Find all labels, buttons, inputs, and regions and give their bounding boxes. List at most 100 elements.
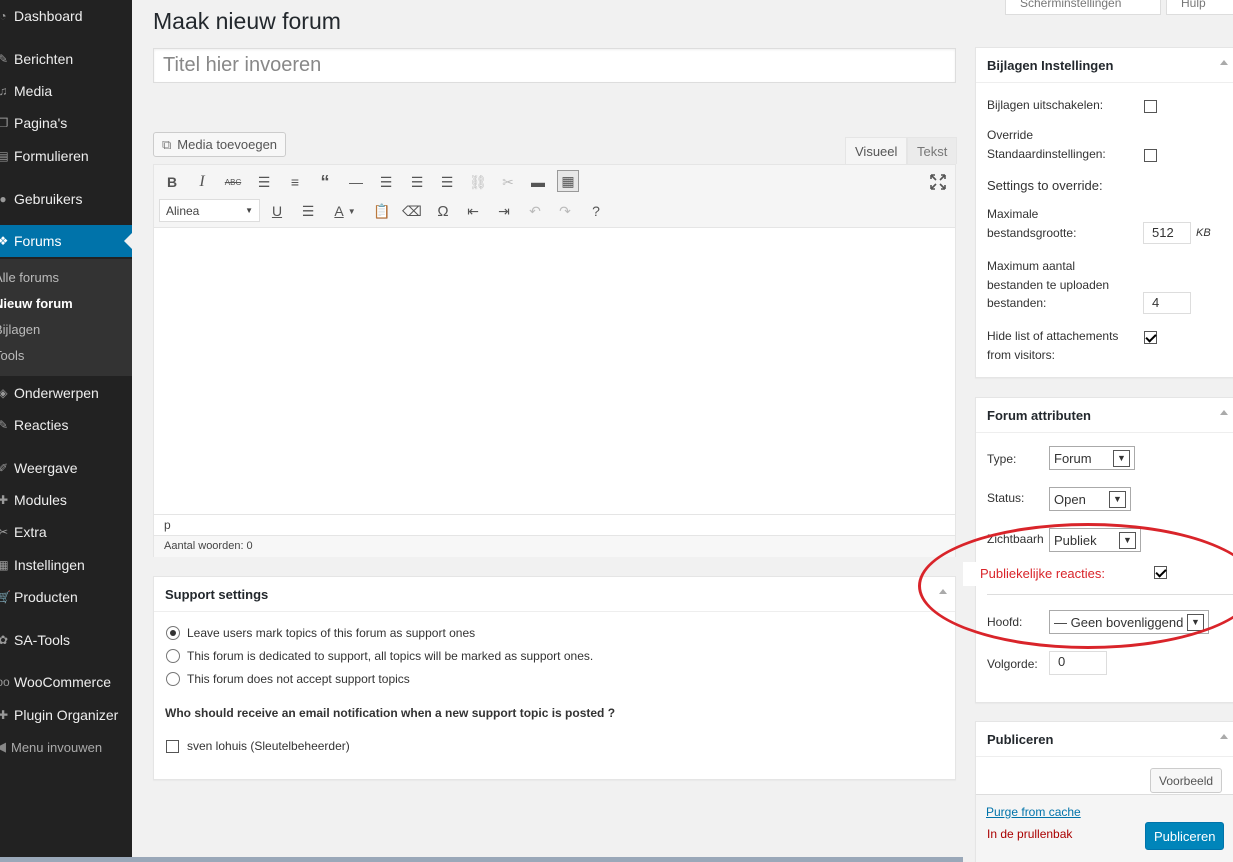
sidebar-item-modules[interactable]: ✚ Modules [0, 484, 132, 516]
publish-header[interactable]: Publiceren [976, 722, 1233, 757]
support-option-0-label: Leave users mark topics of this forum as… [187, 626, 476, 640]
sidebar-item-reacties[interactable]: ✎ Reacties [0, 409, 132, 441]
max-size-input[interactable]: 512 [1143, 222, 1191, 244]
tab-text[interactable]: Tekst [907, 137, 958, 164]
add-media-button[interactable]: ⧉ Media toevoegen [153, 132, 287, 157]
support-option-1-radio[interactable] [166, 649, 180, 663]
bullet-list-icon[interactable]: ☰ [253, 171, 275, 193]
sidebar-item-forums[interactable]: ❖ Forums [0, 225, 132, 257]
link-icon[interactable]: ⛓ [467, 171, 489, 193]
content-editor: B I ABC ☰ ≡ “ — ☰ ☰ ☰ ⛓ ✂ ▬ ▦ Alinea ▼ U… [153, 164, 956, 557]
sidebar-item-sa-tools[interactable]: ✿ SA-Tools [0, 624, 132, 656]
support-option-2-radio[interactable] [166, 672, 180, 686]
sidebar-item-pagina-s[interactable]: ❐ Pagina's [0, 107, 132, 139]
bold-icon[interactable]: B [161, 171, 183, 193]
numbered-list-icon[interactable]: ≡ [284, 171, 306, 193]
indent-icon[interactable]: ⇥ [493, 200, 515, 222]
editor-content-area[interactable] [154, 228, 955, 514]
undo-icon[interactable]: ↶ [524, 200, 546, 222]
notify-question: Who should receive an email notification… [165, 706, 616, 720]
notify-user-checkbox[interactable] [166, 740, 179, 753]
sidebar-item-berichten[interactable]: ✎ Berichten [0, 43, 132, 75]
attachments-settings-header[interactable]: Bijlagen Instellingen [976, 48, 1233, 83]
word-count: Aantal woorden: 0 [154, 535, 955, 557]
sidebar-item-extra[interactable]: ✂ Extra [0, 516, 132, 548]
submenu-item-nieuw-forum[interactable]: Nieuw forum [0, 296, 73, 311]
visibility-select[interactable]: Publiek ▼ [1049, 528, 1141, 552]
taskbar-strip [0, 857, 963, 862]
disable-attachments-label: Bijlagen uitschakelen: [987, 98, 1104, 112]
redo-icon[interactable]: ↷ [554, 200, 576, 222]
preview-button[interactable]: Voorbeeld [1150, 768, 1223, 793]
justify-icon[interactable]: ☰ [297, 200, 319, 222]
sidebar-item-label: Berichten [14, 51, 74, 67]
collapse-toggle-icon[interactable] [939, 589, 947, 594]
sidebar-item-onderwerpen[interactable]: ◈ Onderwerpen [0, 377, 132, 409]
submenu-item-tools[interactable]: Tools [0, 348, 24, 363]
toolbar-toggle-icon[interactable]: ▦ [557, 170, 579, 192]
help-button[interactable]: Hulp [1166, 0, 1233, 15]
align-center-icon[interactable]: ☰ [406, 171, 428, 193]
sidebar-item-label: WooCommerce [14, 674, 111, 690]
forums-icon: ❖ [0, 234, 9, 248]
public-replies-checkbox[interactable] [1154, 566, 1167, 579]
special-character-icon[interactable]: Ω [432, 200, 454, 222]
submenu-item-bijlagen[interactable]: Bijlagen [0, 322, 40, 337]
sidebar-item-producten[interactable]: 🛒 Producten [0, 581, 132, 613]
type-select[interactable]: Forum ▼ [1049, 446, 1135, 470]
submenu-item-alle-forums[interactable]: Alle forums [0, 270, 59, 285]
sidebar-item-instellingen[interactable]: ▦ Instellingen [0, 549, 132, 581]
sidebar-item-formulieren[interactable]: ▤ Formulieren [0, 140, 132, 172]
woocommerce-icon: oo [0, 675, 10, 689]
support-option-0-radio[interactable] [166, 626, 180, 640]
override-defaults-checkbox[interactable] [1144, 149, 1157, 162]
clear-formatting-icon[interactable]: ⌫ [401, 200, 423, 222]
replies-icon: ✎ [0, 418, 9, 432]
sidebar-item-label: Reacties [14, 417, 69, 433]
parent-select[interactable]: — Geen bovenliggend ▼ [1049, 610, 1209, 634]
collapse-menu-button[interactable]: ◀ Menu invouwen [0, 739, 102, 755]
format-select[interactable]: Alinea ▼ [159, 199, 260, 222]
disable-attachments-checkbox[interactable] [1144, 100, 1157, 113]
help-icon[interactable]: ? [585, 200, 607, 222]
forum-title-input[interactable] [153, 48, 956, 83]
support-settings-header[interactable]: Support settings [154, 577, 955, 612]
sidebar-item-label: Media [14, 83, 53, 99]
collapse-toggle-icon[interactable] [1220, 410, 1228, 415]
text-color-icon[interactable]: A ▼ [327, 200, 363, 222]
sidebar-item-dashboard[interactable]: ◔ Dashboard [0, 0, 132, 32]
blockquote-icon[interactable]: “ [314, 171, 336, 193]
purge-cache-link[interactable]: Purge from cache [986, 803, 1081, 822]
order-input[interactable]: 0 [1049, 651, 1107, 675]
collapse-toggle-icon[interactable] [1220, 734, 1228, 739]
publish-title: Publiceren [987, 731, 1054, 747]
sidebar-item-plugin-organizer[interactable]: ✚ Plugin Organizer [0, 699, 132, 731]
italic-icon[interactable]: I [191, 171, 213, 193]
forum-attributes-header[interactable]: Forum attributen [976, 398, 1233, 433]
align-left-icon[interactable]: ☰ [375, 171, 397, 193]
max-files-input[interactable]: 4 [1143, 292, 1191, 314]
sidebar-item-label: Onderwerpen [14, 385, 99, 401]
unlink-icon[interactable]: ✂ [497, 171, 519, 193]
tab-visual[interactable]: Visueel [845, 137, 908, 164]
underline-icon[interactable]: U [266, 200, 288, 222]
publish-button[interactable]: Publiceren [1145, 822, 1225, 850]
plugins-icon: ✚ [0, 493, 9, 507]
sidebar-item-woocommerce[interactable]: oo WooCommerce [0, 666, 132, 698]
hide-list-checkbox[interactable] [1144, 331, 1157, 344]
collapse-toggle-icon[interactable] [1220, 60, 1228, 65]
horizontal-line-icon[interactable]: — [345, 171, 367, 193]
align-right-icon[interactable]: ☰ [436, 171, 458, 193]
screen-options-button[interactable]: Scherminstellingen [1005, 0, 1161, 15]
sidebar-item-weergave[interactable]: ✐ Weergave [0, 452, 132, 484]
paste-text-icon[interactable]: 📋 [371, 200, 393, 222]
fullscreen-icon[interactable] [929, 173, 947, 191]
move-to-trash-link[interactable]: In de prullenbak [987, 825, 1072, 844]
sidebar-item-media[interactable]: ♫ Media [0, 75, 132, 107]
sidebar-item-gebruikers[interactable]: ● Gebruikers [0, 183, 132, 215]
strikethrough-icon[interactable]: ABC [222, 171, 244, 193]
read-more-icon[interactable]: ▬ [527, 171, 549, 193]
outdent-icon[interactable]: ⇤ [462, 200, 484, 222]
status-select[interactable]: Open ▼ [1049, 487, 1131, 511]
max-files-label-line3: bestanden: [987, 296, 1047, 310]
